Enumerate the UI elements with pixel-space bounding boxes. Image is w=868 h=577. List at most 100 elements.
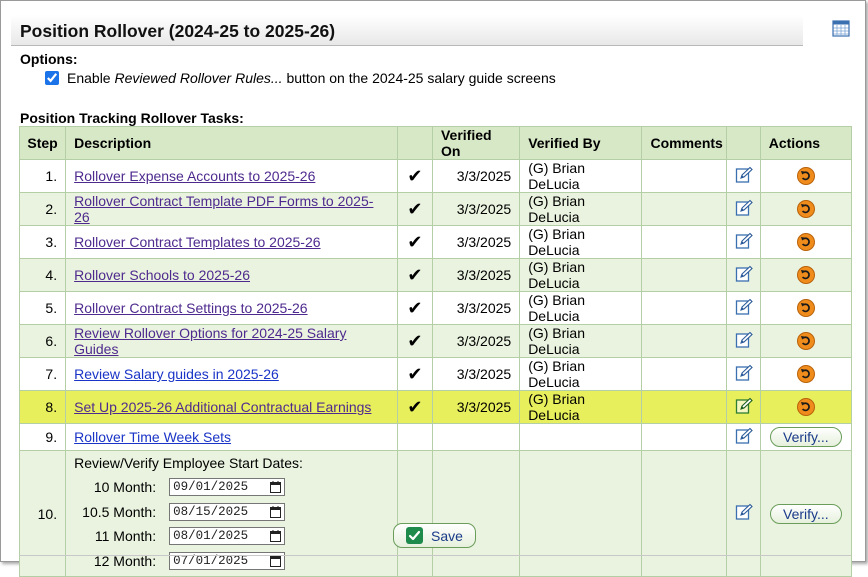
step-number: 2. [18, 192, 67, 226]
task-link[interactable]: Rollover Expense Accounts to 2025-26 [74, 168, 315, 184]
edit-cell [725, 324, 761, 358]
calendar-picker-icon[interactable] [270, 505, 282, 523]
task-link[interactable]: Rollover Contract Templates to 2025-26 [74, 234, 320, 250]
comments-cell [641, 258, 727, 292]
task-link[interactable]: Review Rollover Options for 2024-25 Sala… [74, 325, 346, 357]
edit-cell [725, 450, 761, 577]
verified-by: (G) Brian DeLucia [519, 357, 643, 391]
col-step: Step [18, 126, 67, 160]
step-number: 7. [18, 357, 67, 391]
undo-icon[interactable] [796, 266, 815, 285]
undo-icon[interactable] [796, 167, 815, 186]
verified-check-icon: ✔ [396, 159, 433, 193]
description-cell: Set Up 2025-26 Additional Contractual Ea… [65, 390, 398, 424]
verified-by: (G) Brian DeLucia [519, 324, 643, 358]
task-link[interactable]: Rollover Contract Settings to 2025-26 [74, 300, 307, 316]
verified-by: (G) Brian DeLucia [519, 291, 643, 325]
calendar-icon[interactable] [832, 19, 850, 37]
verified-check-icon: ✔ [396, 291, 433, 325]
edit-cell [725, 423, 761, 451]
undo-icon[interactable] [796, 332, 815, 351]
col-verified-on: Verified On [431, 126, 521, 160]
edit-comment-icon[interactable] [735, 232, 753, 253]
edit-comment-icon[interactable] [735, 298, 753, 319]
verified-by: (G) Brian DeLucia [519, 192, 643, 226]
calendar-picker-icon[interactable] [270, 530, 282, 547]
verified-check-icon: ✔ [396, 225, 433, 259]
panel-header: Position Rollover (2024-25 to 2025-26) [11, 15, 803, 46]
start-date-input[interactable]: 08/15/2025 [169, 502, 286, 523]
verified-on: 3/3/2025 [431, 357, 521, 391]
edit-comment-icon[interactable] [735, 199, 753, 220]
options-label: Options: [20, 51, 78, 67]
comments-cell [641, 357, 727, 391]
enable-reviewed-rules-checkbox[interactable] [45, 71, 59, 85]
actions-cell [759, 390, 853, 424]
start-date-label: 10.5 Month: [82, 503, 157, 520]
verify-button[interactable]: Verify... [769, 427, 842, 447]
start-dates-title: Review/Verify Employee Start Dates: [74, 455, 303, 471]
edit-comment-icon[interactable] [735, 166, 753, 187]
verified-on: 3/3/2025 [431, 291, 521, 325]
calendar-picker-icon[interactable] [270, 554, 282, 572]
task-link[interactable]: Rollover Time Week Sets [74, 429, 231, 445]
comments-cell [641, 225, 727, 259]
task-link[interactable]: Rollover Contract Template PDF Forms to … [74, 193, 373, 225]
verified-check-icon [396, 423, 433, 451]
rollover-panel: Position Rollover (2024-25 to 2025-26) O… [0, 0, 866, 577]
col-description: Description [65, 126, 398, 160]
comments-cell [641, 159, 727, 193]
description-cell: Rollover Contract Settings to 2025-26 [65, 291, 398, 325]
verified-by [519, 450, 643, 577]
step-number: 10. [18, 450, 67, 577]
edit-comment-icon[interactable] [735, 397, 753, 418]
task-link[interactable]: Rollover Schools to 2025-26 [74, 267, 250, 283]
undo-icon[interactable] [796, 398, 815, 417]
edit-cell [725, 225, 761, 259]
verified-by: (G) Brian DeLucia [519, 258, 643, 292]
description-cell: Review/Verify Employee Start Dates: 10 Mo… [65, 450, 398, 577]
actions-cell [759, 357, 853, 391]
undo-icon[interactable] [796, 233, 815, 252]
edit-cell [725, 258, 761, 292]
verified-on: 3/3/2025 [431, 390, 521, 424]
actions-cell [759, 159, 853, 193]
start-date-input[interactable]: 08/01/2025 [169, 527, 286, 547]
verified-on: 3/3/2025 [431, 159, 521, 193]
start-date-value: 08/15/2025 [173, 504, 249, 519]
verified-check-icon: ✔ [396, 192, 433, 226]
start-date-input[interactable]: 09/01/2025 [169, 478, 286, 498]
task-link[interactable]: Set Up 2025-26 Additional Contractual Ea… [74, 399, 371, 415]
start-date-row: 10 Month: 09/01/2025 [74, 475, 389, 500]
edit-comment-icon[interactable] [735, 427, 753, 448]
undo-icon[interactable] [796, 299, 815, 318]
comments-cell [641, 324, 727, 358]
edit-comment-icon[interactable] [735, 503, 753, 524]
calendar-picker-icon[interactable] [270, 481, 282, 498]
edit-comment-icon[interactable] [735, 331, 753, 352]
save-label: Save [431, 527, 463, 544]
edit-comment-icon[interactable] [735, 364, 753, 385]
description-cell: Rollover Schools to 2025-26 [65, 258, 398, 292]
save-button[interactable]: Save [393, 523, 476, 548]
verified-check-icon: ✔ [396, 390, 433, 424]
comments-cell [641, 291, 727, 325]
col-comments: Comments [641, 126, 727, 160]
table-row: 4. Rollover Schools to 2025-26 ✔ 3/3/2025 (G… [18, 258, 853, 292]
col-verified-by: Verified By [519, 126, 643, 160]
edit-cell [725, 159, 761, 193]
edit-cell [725, 390, 761, 424]
edit-comment-icon[interactable] [735, 265, 753, 286]
verified-by: (G) Brian DeLucia [519, 390, 643, 424]
undo-icon[interactable] [796, 365, 815, 384]
verified-check-icon: ✔ [396, 258, 433, 292]
tasks-label: Position Tracking Rollover Tasks: [20, 110, 244, 126]
col-check [396, 126, 433, 160]
verify-button[interactable]: Verify... [769, 503, 842, 524]
start-date-row: 11 Month: 08/01/2025 [74, 524, 389, 549]
task-link[interactable]: Review Salary guides in 2025-26 [74, 366, 279, 382]
actions-cell [759, 291, 853, 325]
undo-icon[interactable] [796, 200, 815, 219]
actions-cell [759, 258, 853, 292]
step-number: 5. [18, 291, 67, 325]
